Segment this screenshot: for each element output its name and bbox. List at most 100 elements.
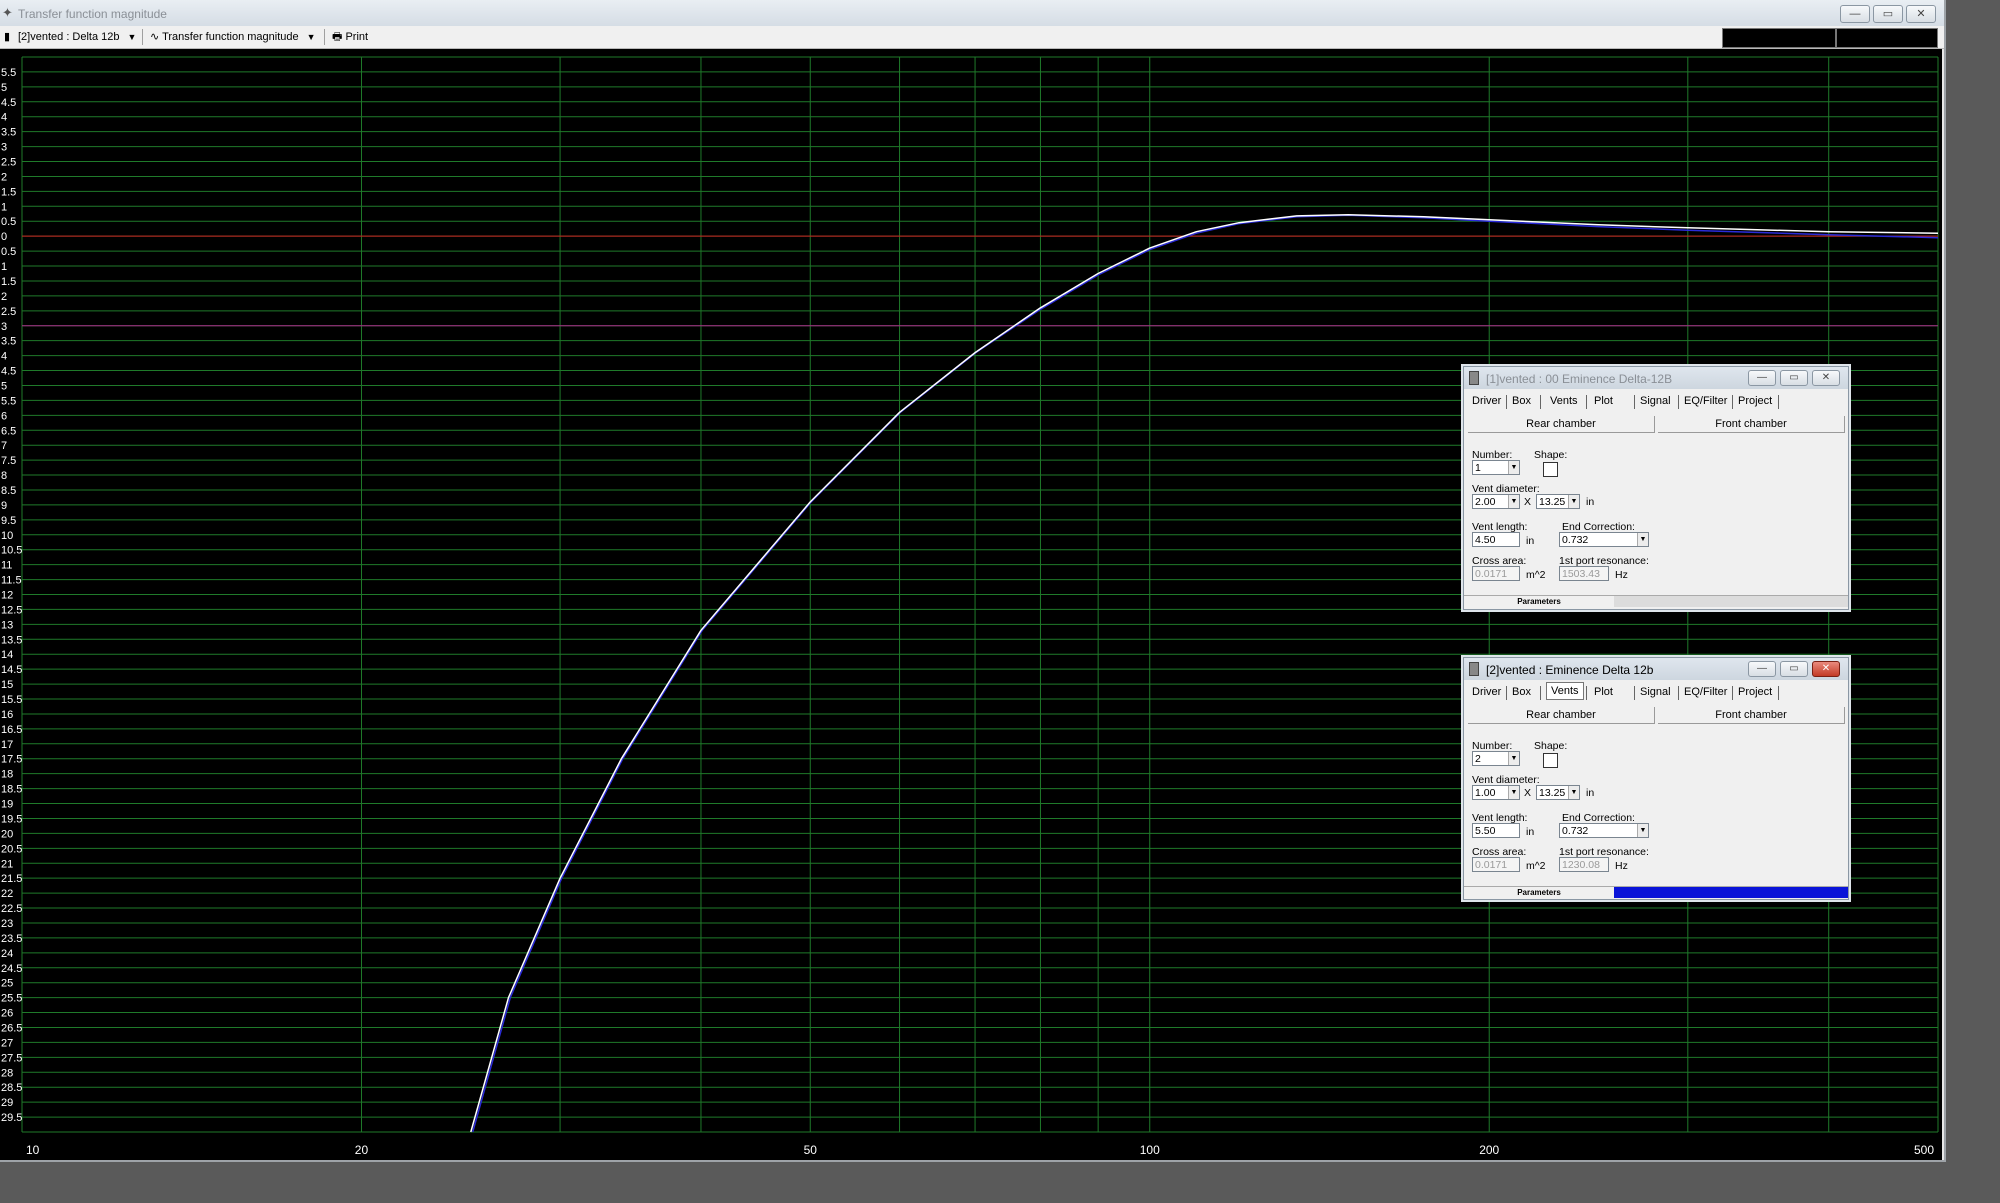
x-symbol: X — [1524, 787, 1532, 799]
plot-type-select[interactable]: ∿ Transfer function magnitude ▼ — [150, 29, 316, 45]
unit-label: in — [1586, 787, 1595, 799]
y-tick-label: 12.5 — [1, 604, 22, 616]
unit-label: in — [1526, 826, 1535, 838]
tab-vents[interactable]: Vents — [1546, 682, 1584, 700]
x-tick-label: 50 — [804, 1143, 818, 1157]
y-tick-label: 3 — [1, 142, 7, 154]
shape-label: Shape: — [1534, 740, 1568, 752]
y-tick-label: 4 — [1, 351, 7, 363]
window-title: Transfer function magnitude — [18, 7, 167, 21]
y-tick-label: 9.5 — [1, 515, 16, 527]
y-tick-label: 20 — [1, 828, 13, 840]
maximize-button[interactable]: ▭ — [1780, 661, 1808, 677]
front-chamber-tab[interactable]: Front chamber — [1658, 707, 1845, 724]
y-tick-label: 16 — [1, 709, 13, 721]
tab-project[interactable]: Project — [1734, 393, 1776, 409]
number-select[interactable]: 1 ▼ — [1472, 460, 1520, 475]
y-tick-label: 8.5 — [1, 485, 16, 497]
y-tick-label: 19.5 — [1, 813, 22, 825]
tab-driver[interactable]: Driver — [1468, 393, 1505, 409]
dialog-icon — [1469, 662, 1479, 676]
shape-checkbox[interactable] — [1543, 462, 1558, 477]
y-tick-label: 6.5 — [1, 425, 16, 437]
y-tick-label: 8 — [1, 470, 7, 482]
shape-checkbox[interactable] — [1543, 753, 1558, 768]
dialog-title: [2]vented : Eminence Delta 12b — [1486, 663, 1654, 677]
port-resonance-unit: Hz — [1615, 569, 1628, 581]
y-tick-label: 5.5 — [1, 395, 16, 407]
tab-eq-filter[interactable]: EQ/Filter — [1680, 393, 1731, 409]
wave-icon: ∿ — [150, 31, 160, 43]
y-tick-label: 28 — [1, 1067, 13, 1079]
vent-diameter-select[interactable]: 2.00 ▼ — [1472, 494, 1520, 509]
y-tick-label: 24.5 — [1, 963, 22, 975]
y-tick-label: 7.5 — [1, 455, 16, 467]
chevron-down-icon: ▼ — [1568, 495, 1579, 508]
x-symbol: X — [1524, 496, 1532, 508]
vent-length-input[interactable]: 4.50 — [1472, 532, 1520, 547]
minimize-button[interactable]: — — [1840, 5, 1870, 23]
tab-project[interactable]: Project — [1734, 684, 1776, 700]
minimize-button[interactable]: — — [1748, 661, 1776, 677]
close-button[interactable]: ✕ — [1812, 661, 1840, 677]
dialog-status-bar: Parameters — [1464, 595, 1848, 607]
tab-plot[interactable]: Plot — [1590, 684, 1617, 700]
maximize-button[interactable]: ▭ — [1780, 370, 1808, 386]
y-tick-label: 1.5 — [1, 186, 16, 198]
close-button[interactable]: ✕ — [1906, 5, 1936, 23]
rear-chamber-tab[interactable]: Rear chamber — [1468, 416, 1655, 433]
y-tick-label: 13.5 — [1, 634, 22, 646]
front-chamber-tab[interactable]: Front chamber — [1658, 416, 1845, 433]
y-tick-label: 1 — [1, 261, 7, 273]
maximize-button[interactable]: ▭ — [1873, 5, 1903, 23]
close-button[interactable]: ✕ — [1812, 370, 1840, 386]
chevron-down-icon: ▼ — [1508, 786, 1519, 799]
port-resonance-unit: Hz — [1615, 860, 1628, 872]
rear-chamber-tab[interactable]: Rear chamber — [1468, 707, 1655, 724]
end-correction-select[interactable]: 0.732 ▼ — [1559, 532, 1649, 547]
y-tick-label: 0 — [1, 231, 7, 243]
status-field-2 — [1836, 28, 1938, 48]
printer-icon: 🖶 — [332, 31, 343, 43]
end-correction-select[interactable]: 0.732 ▼ — [1559, 823, 1649, 838]
x-tick-label: 200 — [1479, 1143, 1499, 1157]
y-tick-label: 18 — [1, 769, 13, 781]
y-tick-label: 4 — [1, 112, 7, 124]
tab-vents[interactable]: Vents — [1546, 393, 1582, 409]
y-tick-label: 29.5 — [1, 1112, 22, 1124]
y-tick-label: 21.5 — [1, 873, 22, 885]
tab-signal[interactable]: Signal — [1636, 684, 1675, 700]
y-tick-label: 9 — [1, 500, 7, 512]
vent-length-input[interactable]: 5.50 — [1472, 823, 1520, 838]
tab-plot[interactable]: Plot — [1590, 393, 1617, 409]
cross-area-field: 0.0171 — [1472, 566, 1520, 581]
minimize-button[interactable]: — — [1748, 370, 1776, 386]
vent-diameter-select[interactable]: 1.00 ▼ — [1472, 785, 1520, 800]
vent-diameter2-select[interactable]: 13.25 ▼ — [1536, 494, 1580, 509]
x-tick-label: 10 — [26, 1143, 40, 1157]
y-tick-label: 25.5 — [1, 993, 22, 1005]
y-tick-label: 23.5 — [1, 933, 22, 945]
number-select[interactable]: 2 ▼ — [1472, 751, 1520, 766]
tab-box[interactable]: Box — [1508, 393, 1535, 409]
y-tick-label: 12 — [1, 590, 13, 602]
y-tick-label: 2.5 — [1, 157, 16, 169]
y-tick-label: 0.5 — [1, 216, 16, 228]
project-select[interactable]: [2]vented : Delta 12b ▼ — [18, 29, 136, 45]
x-tick-label: 20 — [355, 1143, 369, 1157]
project-icon: ▮ — [4, 31, 11, 43]
y-tick-label: 26.5 — [1, 1022, 22, 1034]
dialog-title-bar: [1]vented : 00 Eminence Delta-12B — ▭ ✕ — [1464, 367, 1848, 389]
title-bar: ✦ Transfer function magnitude — ▭ ✕ — [0, 0, 1944, 26]
vent-diameter2-select[interactable]: 13.25 ▼ — [1536, 785, 1580, 800]
y-tick-label: 29 — [1, 1097, 13, 1109]
print-button[interactable]: 🖶 Print — [332, 29, 368, 45]
port-resonance-field: 1230.08 — [1559, 857, 1609, 872]
tab-eq-filter[interactable]: EQ/Filter — [1680, 684, 1731, 700]
y-tick-label: 4.5 — [1, 97, 16, 109]
tab-signal[interactable]: Signal — [1636, 393, 1675, 409]
y-tick-label: 15.5 — [1, 694, 22, 706]
tab-driver[interactable]: Driver — [1468, 684, 1505, 700]
chevron-down-icon: ▼ — [1508, 752, 1519, 765]
tab-box[interactable]: Box — [1508, 684, 1535, 700]
